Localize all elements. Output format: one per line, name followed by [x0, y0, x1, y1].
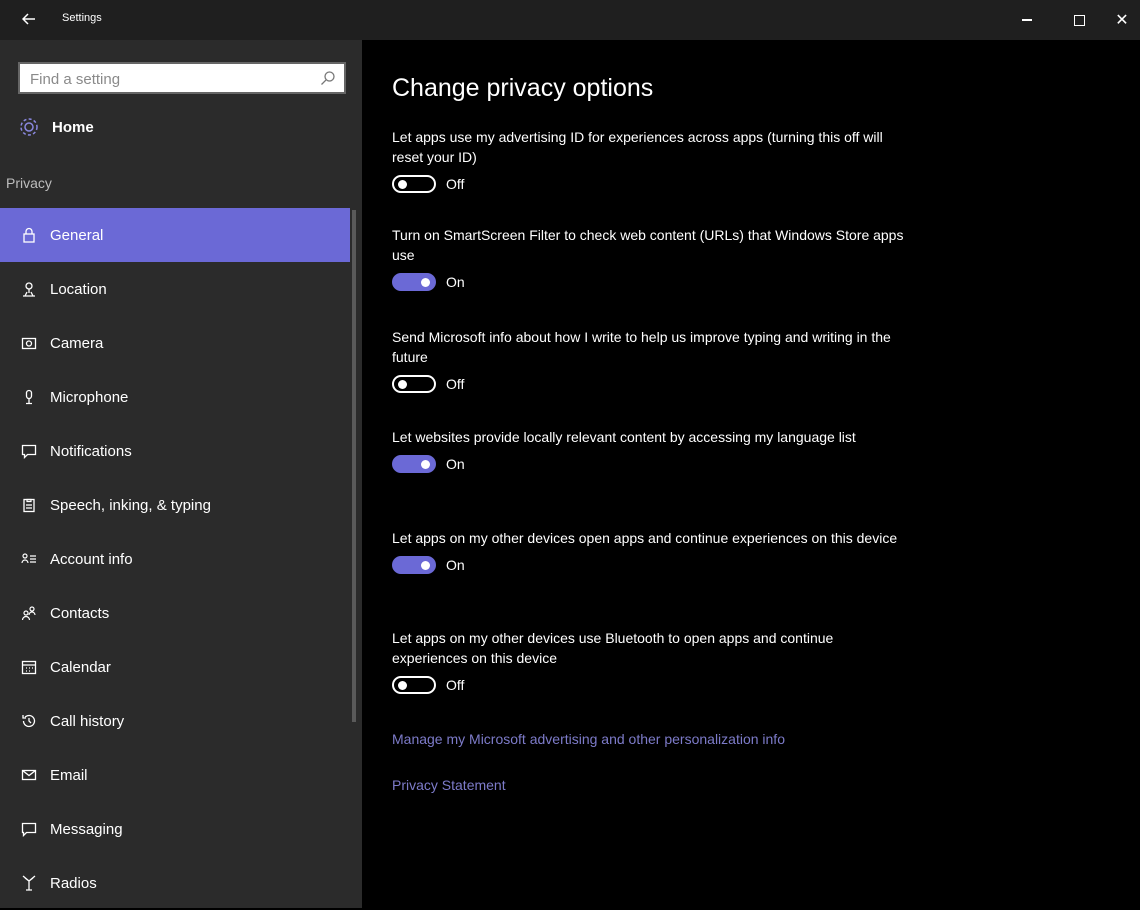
setting-description: Send Microsoft info about how I write to…: [392, 329, 891, 365]
sidebar-item-label: Account info: [50, 550, 133, 568]
toggle-state: Off: [446, 677, 465, 693]
setting-language-list: Let websites provide locally relevant co…: [392, 427, 912, 473]
sidebar-item-label: Email: [50, 766, 88, 784]
sidebar-item-call-history[interactable]: Call history: [0, 694, 350, 748]
toggle-state: On: [446, 557, 465, 573]
sidebar-item-general[interactable]: General: [0, 208, 350, 262]
maximize-icon: [1073, 14, 1085, 26]
maximize-button[interactable]: [1056, 6, 1102, 34]
notifications-icon: [20, 442, 38, 460]
sidebar-item-label: Call history: [50, 712, 125, 730]
section-title: Privacy: [6, 175, 52, 191]
calendar-icon: [20, 658, 38, 676]
toggle-state: Off: [446, 176, 465, 192]
setting-advertising-id: Let apps use my advertising ID for exper…: [392, 127, 912, 193]
smartscreen-toggle[interactable]: [392, 273, 436, 291]
toggle-knob: [398, 180, 407, 189]
toggle-row: Off: [392, 676, 912, 694]
main-content: Change privacy options Let apps use my a…: [362, 40, 1140, 908]
setting-description: Let apps on my other devices open apps a…: [392, 530, 898, 546]
setting-typing-info: Send Microsoft info about how I write to…: [392, 327, 912, 393]
advertising-id-toggle[interactable]: [392, 175, 436, 193]
location-icon: [20, 280, 38, 298]
close-icon: ✕: [1115, 12, 1129, 29]
sidebar-item-radios[interactable]: Radios: [0, 856, 350, 910]
sidebar-item-label: Contacts: [50, 604, 110, 622]
home-link[interactable]: Home: [18, 112, 94, 142]
minimize-icon: [1022, 19, 1032, 21]
sidebar-item-notifications[interactable]: Notifications: [0, 424, 350, 478]
setting-description: Let apps use my advertising ID for exper…: [392, 129, 883, 165]
sidebar-item-label: Microphone: [50, 388, 129, 406]
language-list-toggle[interactable]: [392, 455, 436, 473]
sidebar-item-camera[interactable]: Camera: [0, 316, 350, 370]
radios-icon: [20, 874, 38, 892]
toggle-row: Off: [392, 175, 912, 193]
search-input[interactable]: [28, 68, 312, 90]
sidebar-item-location[interactable]: Location: [0, 262, 350, 316]
title-bar: Settings ✕: [0, 0, 1140, 40]
messaging-icon: [20, 820, 38, 838]
sidebar-scrollbar[interactable]: [352, 210, 356, 722]
close-button[interactable]: ✕: [1104, 6, 1140, 34]
sidebar-item-label: Calendar: [50, 658, 111, 676]
lock-icon: [20, 226, 38, 244]
toggle-state: Off: [446, 376, 465, 392]
toggle-knob: [421, 460, 430, 469]
toggle-row: On: [392, 273, 912, 291]
toggle-knob: [398, 681, 407, 690]
setting-other-devices: Let apps on my other devices open apps a…: [392, 528, 912, 574]
sidebar-item-email[interactable]: Email: [0, 748, 350, 802]
microphone-icon: [20, 388, 38, 406]
toggle-state: On: [446, 274, 465, 290]
back-arrow-icon[interactable]: [14, 8, 44, 32]
home-label: Home: [52, 118, 94, 136]
toggle-row: On: [392, 455, 912, 473]
sidebar-item-speech[interactable]: Speech, inking, & typing: [0, 478, 350, 532]
sidebar-item-contacts[interactable]: Contacts: [0, 586, 350, 640]
setting-bluetooth: Let apps on my other devices use Bluetoo…: [392, 628, 912, 694]
search-box[interactable]: [18, 62, 346, 94]
sidebar-item-label: Location: [50, 280, 107, 298]
account-info-icon: [20, 550, 38, 568]
manage-advertising-link[interactable]: Manage my Microsoft advertising and othe…: [392, 731, 785, 747]
window-title: Settings: [62, 12, 102, 24]
camera-icon: [20, 334, 38, 352]
sidebar-item-label: Speech, inking, & typing: [50, 496, 211, 514]
typing-info-toggle[interactable]: [392, 375, 436, 393]
search-icon[interactable]: [320, 70, 336, 86]
sidebar-item-label: Messaging: [50, 820, 123, 838]
toggle-knob: [421, 561, 430, 570]
toggle-row: Off: [392, 375, 912, 393]
sidebar: Home Privacy General Location Camera Mi: [0, 40, 362, 908]
sidebar-item-calendar[interactable]: Calendar: [0, 640, 350, 694]
sidebar-item-messaging[interactable]: Messaging: [0, 802, 350, 856]
toggle-state: On: [446, 456, 465, 472]
setting-smartscreen: Turn on SmartScreen Filter to check web …: [392, 225, 912, 291]
sidebar-item-account-info[interactable]: Account info: [0, 532, 350, 586]
nav-list: General Location Camera Microphone Notif…: [0, 208, 350, 910]
gear-icon: [20, 118, 38, 136]
toggle-knob: [398, 380, 407, 389]
toggle-knob: [421, 278, 430, 287]
clipboard-icon: [20, 496, 38, 514]
toggle-row: On: [392, 556, 912, 574]
sidebar-item-label: Camera: [50, 334, 104, 352]
sidebar-item-label: General: [50, 226, 104, 244]
minimize-button[interactable]: [1004, 6, 1050, 34]
page-title: Change privacy options: [392, 74, 654, 102]
bluetooth-toggle[interactable]: [392, 676, 436, 694]
sidebar-item-label: Notifications: [50, 442, 132, 460]
sidebar-item-label: Radios: [50, 874, 97, 892]
contacts-icon: [20, 604, 38, 622]
other-devices-toggle[interactable]: [392, 556, 436, 574]
setting-description: Turn on SmartScreen Filter to check web …: [392, 227, 904, 263]
sidebar-item-microphone[interactable]: Microphone: [0, 370, 350, 424]
setting-description: Let apps on my other devices use Bluetoo…: [392, 630, 834, 666]
email-icon: [20, 766, 38, 784]
history-icon: [20, 712, 38, 730]
privacy-statement-link[interactable]: Privacy Statement: [392, 777, 506, 793]
setting-description: Let websites provide locally relevant co…: [392, 429, 856, 445]
